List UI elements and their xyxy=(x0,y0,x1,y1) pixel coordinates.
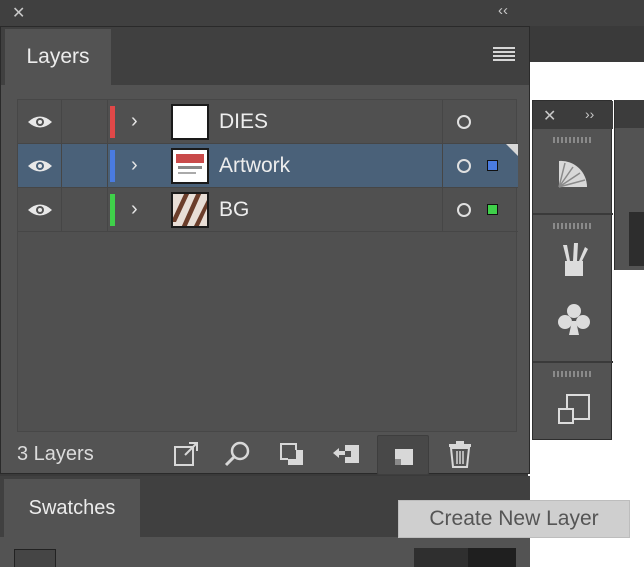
symbols-club-icon[interactable] xyxy=(555,301,593,339)
lock-toggle[interactable] xyxy=(62,100,108,144)
brushes-icon[interactable] xyxy=(555,241,593,279)
grip-handle[interactable] xyxy=(553,371,591,377)
collapse-panel-icon[interactable]: ‹‹ xyxy=(498,2,508,19)
visibility-toggle[interactable] xyxy=(18,188,62,232)
layer-name[interactable]: Artwork xyxy=(219,144,290,188)
artboards-icon[interactable] xyxy=(555,391,593,429)
target-cell xyxy=(442,188,518,232)
visibility-toggle[interactable] xyxy=(18,144,62,188)
divider xyxy=(533,361,613,363)
create-new-layer-icon xyxy=(395,449,413,465)
tab-swatches[interactable]: Swatches xyxy=(4,479,140,537)
selection-square[interactable] xyxy=(487,160,498,171)
close-panel-icon[interactable]: ✕ xyxy=(12,3,25,23)
target-cell xyxy=(442,100,518,144)
selection-square[interactable] xyxy=(487,204,498,215)
create-new-layer-button[interactable] xyxy=(377,435,429,475)
layer-color-bar xyxy=(110,150,115,182)
layer-count: 3 Layers xyxy=(17,443,94,465)
chevron-right-icon[interactable]: › xyxy=(131,196,145,222)
side2-control[interactable] xyxy=(629,212,644,266)
side-expand-icon[interactable]: ›› xyxy=(585,106,594,122)
layer-thumbnail xyxy=(171,104,209,140)
new-sublayer-icon[interactable] xyxy=(331,439,361,469)
layer-row-bg[interactable]: › BG xyxy=(18,188,518,232)
target-circle-icon[interactable] xyxy=(457,203,471,217)
delete-icon[interactable] xyxy=(445,439,475,469)
chevron-right-icon[interactable]: › xyxy=(131,108,145,134)
top-bar: ✕ ‹‹ xyxy=(0,0,644,26)
side-panel-header: ✕ ›› xyxy=(533,101,613,129)
layer-name[interactable]: BG xyxy=(219,188,249,232)
target-circle-icon[interactable] xyxy=(457,115,471,129)
layer-name[interactable]: DIES xyxy=(219,100,268,144)
grip-handle[interactable] xyxy=(553,223,591,229)
swatch-control-dark[interactable] xyxy=(468,548,516,567)
layer-row-dies[interactable]: › DIES xyxy=(18,100,518,144)
lock-toggle[interactable] xyxy=(62,144,108,188)
layer-color-bar xyxy=(110,106,115,138)
selection-corner-indicator xyxy=(506,144,518,156)
layer-thumbnail xyxy=(171,192,209,228)
side2-header xyxy=(615,100,644,128)
target-cell xyxy=(442,144,518,188)
gradient-fan-icon[interactable] xyxy=(555,153,593,191)
side-close-icon[interactable]: ✕ xyxy=(543,106,556,126)
target-circle-icon[interactable] xyxy=(457,159,471,173)
side-tool-panel: ✕ ›› xyxy=(532,100,613,440)
chevron-right-icon[interactable]: › xyxy=(131,152,145,178)
visibility-toggle[interactable] xyxy=(18,100,62,144)
layers-panel: Layers › DIES › Artwork › BG 3 Layers xyxy=(0,26,530,475)
make-clipping-mask-icon[interactable] xyxy=(277,439,307,469)
locate-object-icon[interactable] xyxy=(223,439,253,469)
side-panel-secondary xyxy=(614,100,644,270)
export-icon[interactable] xyxy=(171,439,201,469)
swatch-fill-box[interactable] xyxy=(14,549,56,567)
grip-handle[interactable] xyxy=(553,137,591,143)
layer-thumbnail xyxy=(171,148,209,184)
layer-color-bar xyxy=(110,194,115,226)
layers-footer: 3 Layers xyxy=(1,435,529,475)
layers-tab-strip: Layers xyxy=(1,27,529,85)
layer-list: › DIES › Artwork › BG xyxy=(17,99,518,432)
lock-toggle[interactable] xyxy=(62,188,108,232)
tooltip: Create New Layer xyxy=(398,500,630,538)
divider xyxy=(533,213,613,215)
tab-layers[interactable]: Layers xyxy=(5,29,111,85)
hamburger-menu-icon[interactable] xyxy=(493,45,515,63)
layer-row-artwork[interactable]: › Artwork xyxy=(18,144,518,188)
eye-icon xyxy=(27,116,52,128)
eye-icon xyxy=(27,204,52,216)
eye-icon xyxy=(27,160,52,172)
